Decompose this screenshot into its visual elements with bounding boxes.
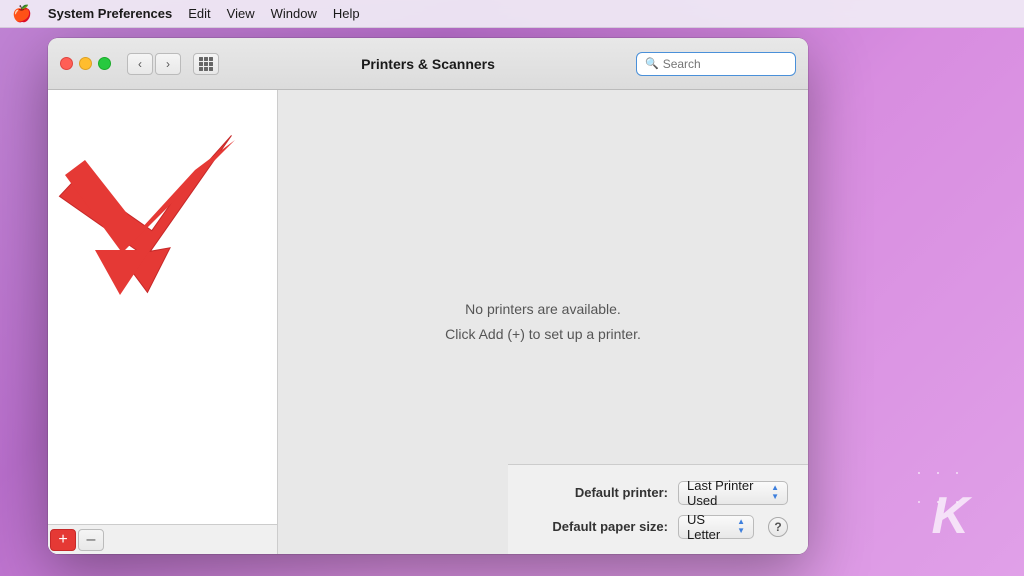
default-printer-row: Default printer: Last Printer Used ▲ ▼ [528, 481, 788, 505]
main-window: ‹ › Printers & Scanners 🔍 + – [48, 38, 808, 554]
apple-menu[interactable]: 🍎 [12, 4, 32, 24]
no-printers-line2: Click Add (+) to set up a printer. [445, 322, 641, 347]
chevron-icon: ▲ ▼ [771, 484, 779, 501]
chevron-up-icon: ▲ [771, 484, 779, 492]
paper-chevron-down-icon: ▼ [737, 527, 745, 535]
chevron-down-icon: ▼ [771, 493, 779, 501]
menu-help[interactable]: Help [333, 6, 360, 21]
paper-chevron-icon: ▲ ▼ [737, 518, 745, 535]
traffic-lights [60, 57, 111, 70]
no-printers-line1: No printers are available. [445, 297, 641, 322]
back-button[interactable]: ‹ [127, 53, 153, 75]
default-paper-row: Default paper size: US Letter ▲ ▼ ? [528, 515, 788, 539]
default-printer-select[interactable]: Last Printer Used ▲ ▼ [678, 481, 788, 505]
no-printers-message: No printers are available. Click Add (+)… [445, 297, 641, 347]
minimize-button[interactable] [79, 57, 92, 70]
printer-list-area [48, 90, 277, 524]
default-printer-value: Last Printer Used [687, 478, 771, 508]
grid-icon [199, 57, 213, 71]
search-icon: 🔍 [645, 57, 659, 70]
add-printer-button[interactable]: + [50, 529, 76, 551]
titlebar: ‹ › Printers & Scanners 🔍 [48, 38, 808, 90]
bottom-preferences-bar: Default printer: Last Printer Used ▲ ▼ D… [508, 464, 808, 554]
printer-list-panel: + – [48, 90, 278, 554]
nav-buttons: ‹ › [127, 53, 181, 75]
help-button[interactable]: ? [768, 517, 788, 537]
default-paper-value: US Letter [687, 512, 737, 542]
close-button[interactable] [60, 57, 73, 70]
forward-button[interactable]: › [155, 53, 181, 75]
default-paper-label: Default paper size: [528, 519, 668, 534]
right-panel: No printers are available. Click Add (+)… [278, 90, 808, 554]
window-content: + – No printers are available. Click Add… [48, 90, 808, 554]
search-box[interactable]: 🔍 [636, 52, 796, 76]
maximize-button[interactable] [98, 57, 111, 70]
grid-view-button[interactable] [193, 53, 219, 75]
bg-logo: K [931, 486, 969, 546]
window-title: Printers & Scanners [361, 56, 495, 72]
search-input[interactable] [663, 57, 787, 71]
default-paper-select[interactable]: US Letter ▲ ▼ [678, 515, 754, 539]
menu-view[interactable]: View [227, 6, 255, 21]
menu-edit[interactable]: Edit [188, 6, 210, 21]
menu-window[interactable]: Window [271, 6, 317, 21]
printer-list-toolbar: + – [48, 524, 277, 554]
default-printer-label: Default printer: [528, 485, 668, 500]
remove-printer-button[interactable]: – [78, 529, 104, 551]
paper-chevron-up-icon: ▲ [737, 518, 745, 526]
menubar: 🍎 System Preferences Edit View Window He… [0, 0, 1024, 28]
app-menu-name[interactable]: System Preferences [48, 6, 172, 21]
